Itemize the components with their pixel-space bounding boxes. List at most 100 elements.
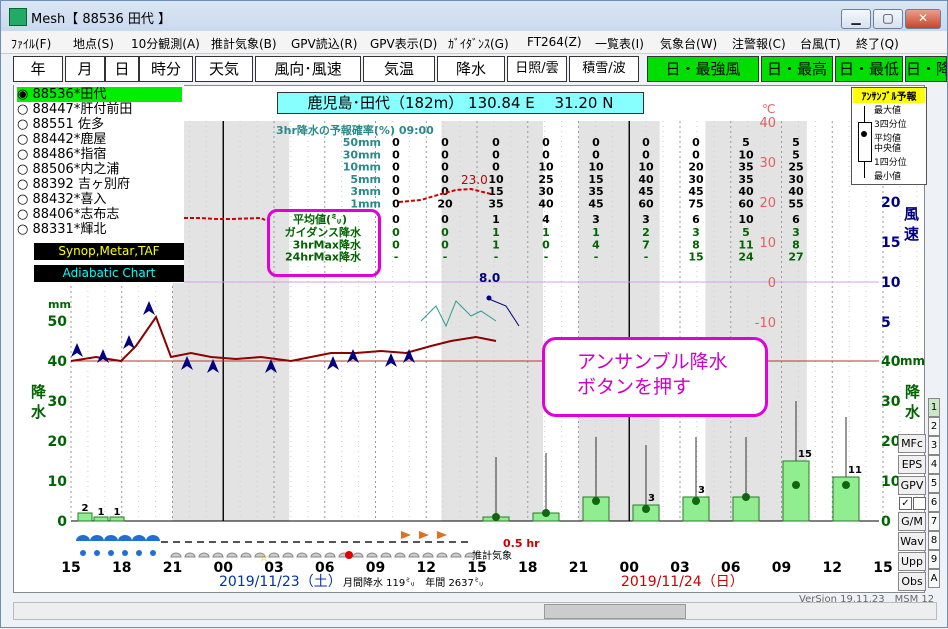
rain-drop-icon bbox=[108, 550, 114, 556]
guidance-cell: 5 bbox=[742, 226, 750, 239]
left-axis-tick: 50 bbox=[48, 314, 68, 330]
left-axis-tick: 30 bbox=[48, 394, 68, 410]
page-button-4[interactable]: 4 bbox=[928, 455, 940, 474]
prob-row-label: 10mm bbox=[343, 161, 381, 174]
cloud-icon bbox=[212, 552, 224, 558]
callout-line-2: ボタンを押す bbox=[577, 376, 692, 398]
station-item-88536[interactable]: ◉ 88536*田代 bbox=[17, 87, 182, 102]
wind-arrow bbox=[327, 356, 339, 370]
prob-cell: 55 bbox=[788, 198, 803, 211]
guidance-cell: 0 bbox=[392, 238, 400, 251]
gust-flag-icon bbox=[401, 531, 411, 539]
station-list[interactable]: ◉ 88536*田代 ○ 88447*肝付前田 ○ 88551 佐多 ○ 88442*… bbox=[14, 85, 184, 283]
obs-button[interactable]: Obs bbox=[898, 572, 926, 591]
guidance-cell: 0 bbox=[441, 238, 449, 251]
guidance-cell: - bbox=[594, 251, 599, 264]
ensemble-mean-dot bbox=[592, 497, 600, 505]
page-button-6[interactable]: 6 bbox=[928, 493, 940, 512]
cloud-icon bbox=[310, 552, 322, 558]
adiabatic-chart-button[interactable]: Adiabatic Chart bbox=[34, 265, 184, 282]
right-precip-unit: mm bbox=[900, 354, 925, 368]
prob-cell: 10 bbox=[738, 148, 754, 161]
prob-cell: 5 bbox=[792, 148, 800, 161]
guidance-mean-cell: 10 bbox=[738, 213, 754, 226]
x-tick-label: 15 bbox=[61, 560, 80, 576]
gpv-button[interactable]: GPV bbox=[898, 476, 926, 495]
prob-cell: 5 bbox=[742, 136, 750, 149]
prob-cell: 0 bbox=[392, 136, 400, 149]
station-item-88331[interactable]: ○ 88331*輝北 bbox=[17, 222, 106, 237]
x-tick-label: 21 bbox=[569, 560, 588, 576]
guidance-mean-cell: 0 bbox=[392, 213, 400, 226]
prob-cell: 0 bbox=[642, 136, 650, 149]
cloud-icon bbox=[408, 552, 420, 558]
prob-cell: 10 bbox=[538, 161, 554, 174]
guidance-cell: 2 bbox=[642, 226, 650, 239]
x-tick-label: 12 bbox=[417, 560, 436, 576]
upper-air-button[interactable]: Upp bbox=[898, 552, 926, 571]
station-item-88406[interactable]: ○ 88406*志布志 bbox=[17, 207, 119, 222]
prob-cell: 0 bbox=[492, 136, 500, 149]
eps-button[interactable]: EPS bbox=[898, 455, 926, 474]
prob-cell: 0 bbox=[692, 148, 700, 161]
page-button-5[interactable]: 5 bbox=[928, 474, 940, 493]
prob-cell: 60 bbox=[638, 198, 654, 211]
page-button-9[interactable]: 9 bbox=[928, 550, 940, 569]
prob-cell: 0 bbox=[542, 136, 550, 149]
ensemble-bar-label: 3 bbox=[648, 493, 655, 504]
umbrella-icon bbox=[104, 535, 118, 541]
horizontal-scrollbar[interactable] bbox=[13, 602, 937, 620]
station-item-88506[interactable]: ○ 88506*内之浦 bbox=[17, 162, 119, 177]
right-precip-tick: 40 bbox=[881, 354, 901, 370]
temp-annotation: 23.0 bbox=[461, 173, 488, 187]
scrollbar-thumb[interactable] bbox=[544, 604, 686, 619]
prob-cell: 40 bbox=[788, 185, 804, 198]
ensemble-bar bbox=[782, 460, 810, 522]
prob-cell: 15 bbox=[488, 185, 503, 198]
ensemble-legend: ｱﾝｻﾝﾌﾞﾙ予報 最大値 3四分位 平均値 中央値 1四分位 最小値 bbox=[851, 87, 927, 185]
prob-cell: 60 bbox=[738, 198, 754, 211]
prob-cell: 35 bbox=[488, 198, 503, 211]
station-item-88447[interactable]: ○ 88447*肝付前田 bbox=[17, 102, 132, 117]
callout-line-1: アンサンブル降水 bbox=[577, 351, 728, 373]
prob-cell: 0 bbox=[392, 173, 400, 186]
temp-axis-tick: 30 bbox=[759, 156, 776, 171]
page-button-1[interactable]: 1 bbox=[928, 398, 940, 417]
prob-cell: 0 bbox=[441, 173, 449, 186]
observed-precip-label: 1 bbox=[98, 507, 105, 518]
page-button-7[interactable]: 7 bbox=[928, 512, 940, 531]
station-item-88486[interactable]: ○ 88486*指宿 bbox=[17, 147, 106, 162]
x-tick-label: 21 bbox=[163, 560, 182, 576]
page-button-8[interactable]: 8 bbox=[928, 531, 940, 550]
cloud-icon bbox=[380, 552, 392, 558]
wind-arrow bbox=[123, 335, 135, 349]
synop-metar-taf-button[interactable]: Synop,Metar,TAF bbox=[34, 243, 184, 260]
eps-checkbox[interactable]: ✓ bbox=[899, 497, 912, 510]
page-button-3[interactable]: 3 bbox=[928, 436, 940, 455]
gm-button[interactable]: G/M bbox=[898, 512, 926, 531]
prob-cell: 40 bbox=[538, 198, 554, 211]
ensemble-mean-dot bbox=[692, 497, 700, 505]
right-precip-tick: 30 bbox=[881, 394, 901, 410]
gpv-checkbox[interactable] bbox=[913, 497, 926, 510]
guidance-mean-cell: 6 bbox=[692, 213, 700, 226]
guidance-mean-cell: 3 bbox=[592, 213, 600, 226]
cloud-icon bbox=[394, 552, 406, 558]
station-item-88392[interactable]: ○ 88392 吉ヶ別府 bbox=[17, 177, 130, 192]
observed-precip-label: 2 bbox=[82, 503, 89, 514]
mfc-button[interactable]: MFc bbox=[898, 434, 926, 453]
guidance-highlight bbox=[267, 209, 381, 277]
temp-axis-tick: 10 bbox=[759, 236, 776, 251]
legend-median: 中央値 bbox=[874, 144, 902, 154]
station-header: 鹿児島･田代（182m） 130.84 E 31.20 N bbox=[277, 92, 644, 114]
prob-cell: 15 bbox=[588, 173, 603, 186]
page-button-2[interactable]: 2 bbox=[928, 417, 940, 436]
station-item-88551[interactable]: ○ 88551 佐多 bbox=[17, 117, 104, 132]
legend-q3: 3四分位 bbox=[874, 120, 907, 130]
page-button-a[interactable]: A bbox=[928, 569, 940, 588]
prob-cell: 0 bbox=[392, 185, 400, 198]
station-item-88432[interactable]: ○ 88432*喜入 bbox=[17, 192, 106, 207]
prob-cell: 10 bbox=[638, 161, 654, 174]
wave-button[interactable]: Wav bbox=[898, 532, 926, 551]
station-item-88442[interactable]: ○ 88442*鹿屋 bbox=[17, 132, 106, 147]
